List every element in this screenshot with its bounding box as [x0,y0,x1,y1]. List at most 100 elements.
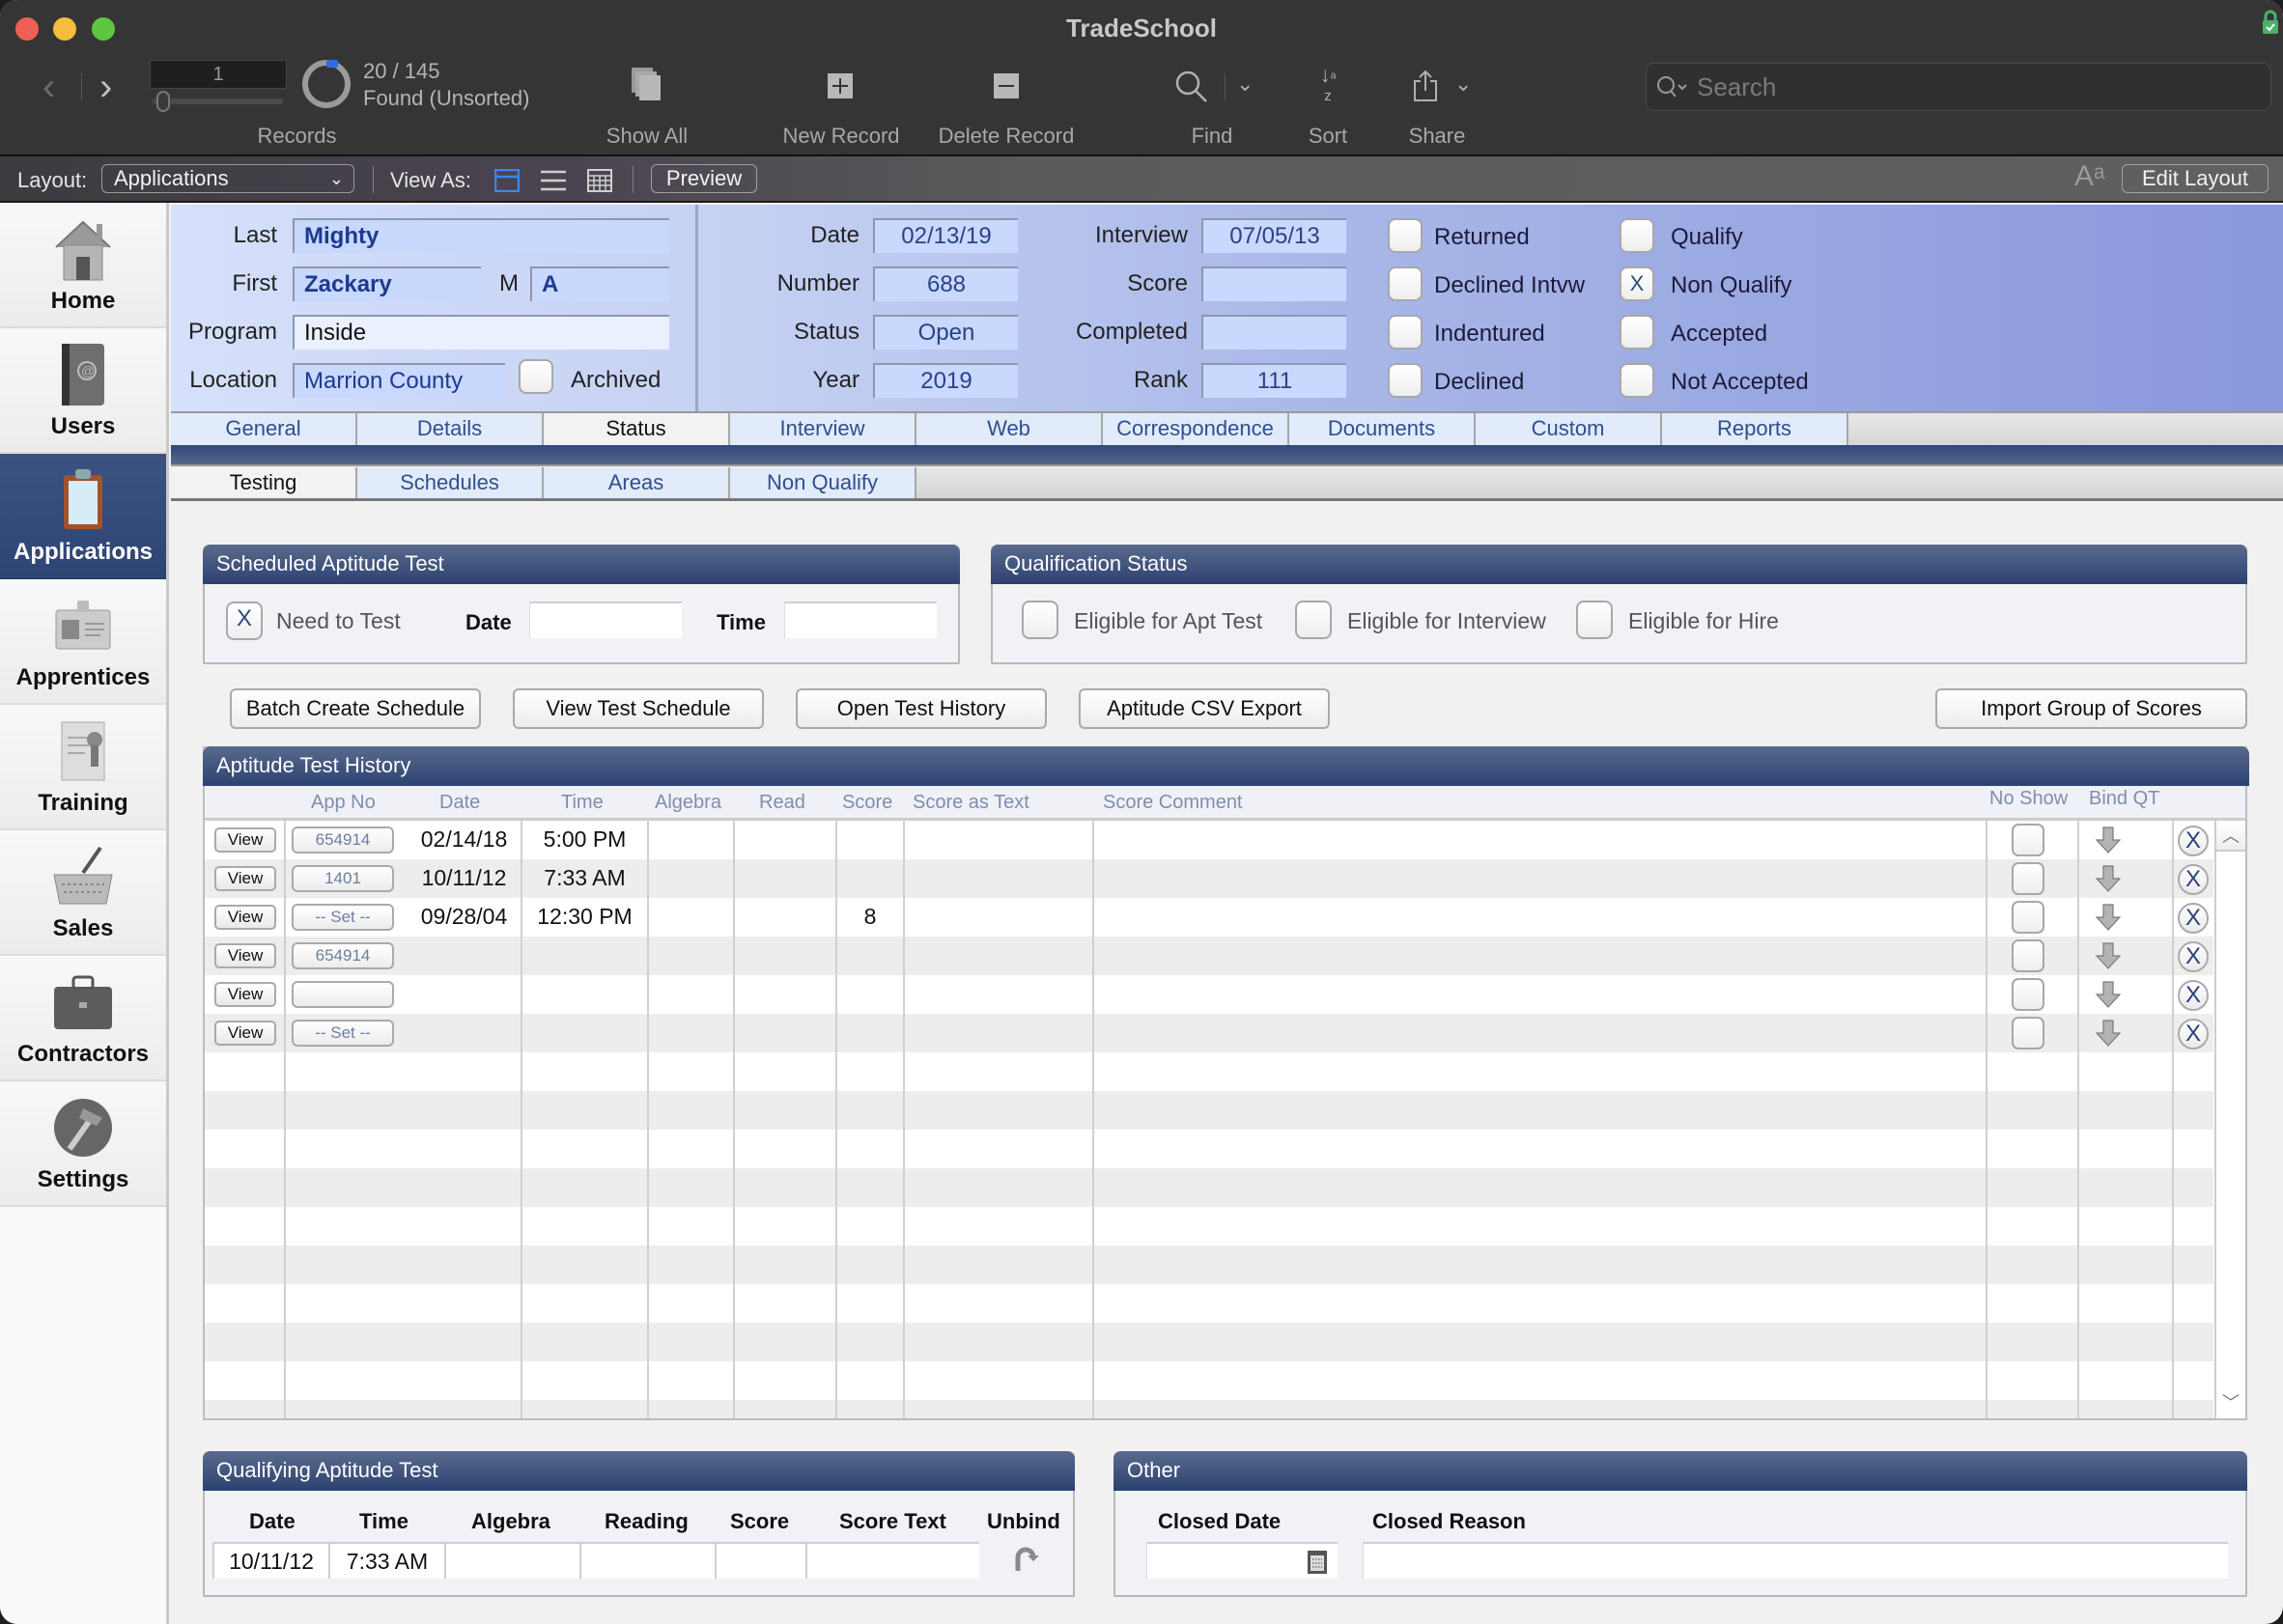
show-all-button[interactable]: Show All [579,124,715,149]
subtab-schedules[interactable]: Schedules [357,467,544,498]
find-dropdown-chevron-icon[interactable]: ⌄ [1236,71,1254,97]
tab-reports[interactable]: Reports [1662,413,1848,445]
subtab-testing[interactable]: Testing [171,467,357,498]
tab-interview[interactable]: Interview [730,413,916,445]
view-as-list-icon[interactable] [541,169,566,192]
closed-reason-input[interactable] [1363,1542,2228,1579]
sidebar-item-apprentices[interactable]: Apprentices [0,579,166,705]
tab-correspondence[interactable]: Correspondence [1103,413,1289,445]
score-field[interactable] [1201,266,1346,301]
accepted-checkbox[interactable] [1620,315,1654,350]
eligible-hire-checkbox[interactable] [1576,601,1613,639]
delete-row-button[interactable]: X [2178,980,2209,1011]
view-as-table-icon[interactable] [587,169,612,192]
calendar-icon[interactable] [1307,1550,1328,1575]
app-no-button[interactable]: 1401 [292,865,394,892]
bind-qt-arrow-down-icon[interactable] [2096,942,2121,969]
interview-field[interactable]: 07/05/13 [1201,218,1346,253]
qt-score-field[interactable] [715,1542,805,1579]
unbind-icon[interactable] [1010,1542,1041,1575]
subtab-non-qualify[interactable]: Non Qualify [730,467,916,498]
archived-checkbox[interactable] [519,359,553,394]
indentured-checkbox[interactable] [1388,315,1423,350]
find-button[interactable]: Find [1178,124,1246,149]
previous-record-button[interactable]: ‹ [42,68,55,106]
share-icon[interactable] [1412,70,1439,102]
no-show-checkbox[interactable] [2012,978,2044,1011]
qt-reading-field[interactable] [579,1542,715,1579]
qt-algebra-field[interactable] [444,1542,579,1579]
app-no-button[interactable]: -- Set -- [292,904,394,931]
scheduled-time-input[interactable] [784,602,937,638]
no-show-checkbox[interactable] [2012,939,2044,972]
not-accepted-checkbox[interactable] [1620,363,1654,398]
edit-layout-button[interactable]: Edit Layout [2122,164,2269,193]
delete-record-icon[interactable] [994,73,1019,98]
delete-row-button[interactable]: X [2178,864,2209,895]
delete-record-button[interactable]: Delete Record [927,124,1085,149]
view-button[interactable]: View [214,943,276,968]
need-to-test-checkbox[interactable]: X [226,602,263,640]
no-show-checkbox[interactable] [2012,901,2044,934]
bind-qt-arrow-down-icon[interactable] [2096,904,2121,931]
declined-interview-checkbox[interactable] [1388,266,1423,301]
find-icon[interactable] [1174,70,1209,104]
view-button[interactable]: View [214,827,276,853]
sidebar-item-home[interactable]: Home [0,203,166,328]
tab-documents[interactable]: Documents [1289,413,1476,445]
bind-qt-arrow-down-icon[interactable] [2096,1020,2121,1047]
subtab-areas[interactable]: Areas [544,467,730,498]
tab-web[interactable]: Web [916,413,1103,445]
layout-select[interactable]: Applications ⌄ [101,164,354,193]
sidebar-item-contractors[interactable]: Contractors [0,956,166,1081]
app-no-button[interactable]: 654914 [292,826,394,854]
batch-create-schedule-button[interactable]: Batch Create Schedule [230,688,481,729]
show-all-icon[interactable] [632,68,662,102]
first-name-field[interactable]: Zackary [293,266,481,301]
completed-field[interactable] [1201,315,1346,350]
returned-checkbox[interactable] [1388,218,1423,253]
eligible-apt-test-checkbox[interactable] [1022,601,1058,639]
sidebar-item-sales[interactable]: Sales [0,830,166,956]
view-as-form-icon[interactable] [494,169,520,192]
no-show-checkbox[interactable] [2012,1017,2044,1050]
app-no-button[interactable]: 654914 [292,942,394,969]
aptitude-csv-export-button[interactable]: Aptitude CSV Export [1079,688,1330,729]
program-field[interactable]: Inside [293,315,669,350]
next-record-button[interactable]: › [99,68,112,106]
no-show-checkbox[interactable] [2012,824,2044,856]
record-slider-handle[interactable] [156,91,170,112]
delete-row-button[interactable]: X [2178,903,2209,934]
qt-score-text-field[interactable] [805,1542,979,1579]
eligible-interview-checkbox[interactable] [1295,601,1332,639]
bind-qt-arrow-down-icon[interactable] [2096,826,2121,854]
tab-status[interactable]: Status [544,413,730,445]
open-test-history-button[interactable]: Open Test History [796,688,1047,729]
record-number-input[interactable]: 1 [150,60,287,89]
date-field[interactable]: 02/13/19 [873,218,1018,253]
number-field[interactable]: 688 [873,266,1018,301]
location-field[interactable]: Marrion County [293,363,505,398]
last-name-field[interactable]: Mighty [293,218,669,253]
preview-button[interactable]: Preview [651,164,757,193]
new-record-icon[interactable] [828,73,853,98]
share-dropdown-chevron-icon[interactable]: ⌄ [1454,71,1472,97]
sort-button[interactable]: Sort [1299,124,1357,149]
scroll-down-chevron-icon[interactable]: ﹀ [2216,1387,2245,1418]
status-field[interactable]: Open [873,315,1018,350]
search-field[interactable] [1646,63,2271,111]
tab-custom[interactable]: Custom [1476,413,1662,445]
sidebar-item-applications[interactable]: Applications [0,454,166,579]
bind-qt-arrow-down-icon[interactable] [2096,981,2121,1008]
share-button[interactable]: Share [1398,124,1476,149]
view-button[interactable]: View [214,982,276,1007]
qualify-checkbox[interactable] [1620,218,1654,253]
no-show-checkbox[interactable] [2012,862,2044,895]
bind-qt-arrow-down-icon[interactable] [2096,865,2121,892]
search-input[interactable] [1697,71,2257,102]
app-no-button[interactable] [292,981,394,1008]
tab-details[interactable]: Details [357,413,544,445]
import-group-of-scores-button[interactable]: Import Group of Scores [1935,688,2247,729]
view-test-schedule-button[interactable]: View Test Schedule [513,688,764,729]
sidebar-item-training[interactable]: Training [0,705,166,830]
